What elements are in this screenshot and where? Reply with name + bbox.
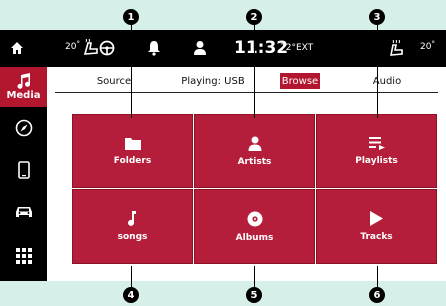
heated-seat-steering-icon <box>83 39 115 56</box>
sidebar-item-phone[interactable] <box>0 155 47 185</box>
status-bar: 20 ° 11:32 72°EXT 20 ° <box>0 30 446 67</box>
callout-leader-6 <box>377 266 378 288</box>
home-icon <box>11 42 23 54</box>
tile-label: Tracks <box>360 232 393 242</box>
callout-2: 2 <box>246 9 262 25</box>
playlist-icon <box>368 137 385 150</box>
songs-tile[interactable]: songs <box>72 189 193 264</box>
callout-leader-5 <box>254 266 255 288</box>
tile-label: Artists <box>237 156 272 167</box>
media-browse-panel: Source Playing: USB Browse Audio Folders… <box>47 67 446 281</box>
music-note-icon <box>17 73 30 89</box>
playlists-tile[interactable]: Playlists <box>316 114 437 188</box>
tab-audio[interactable]: Audio <box>367 73 407 89</box>
tile-label: Folders <box>113 155 152 166</box>
play-icon <box>370 211 383 226</box>
sidebar-item-apps[interactable] <box>0 240 47 272</box>
tile-label: Playlists <box>355 156 398 166</box>
sidebar-item-media[interactable]: Media <box>0 67 47 107</box>
tab-browse[interactable]: Browse <box>280 73 320 89</box>
media-tabs: Source Playing: USB Browse Audio <box>47 67 446 94</box>
person-icon <box>194 41 206 55</box>
folders-tile[interactable]: Folders <box>72 114 193 188</box>
sidebar-item-label: Media <box>6 90 41 101</box>
callout-1: 1 <box>123 9 139 25</box>
callout-leader-1 <box>131 19 132 118</box>
bell-icon <box>148 41 160 56</box>
apps-grid-icon <box>15 248 32 264</box>
sidebar-item-navigation[interactable] <box>0 113 47 143</box>
callout-leader-4 <box>131 266 132 288</box>
album-disc-icon <box>247 211 262 226</box>
home-button[interactable] <box>10 41 24 55</box>
callout-5: 5 <box>246 287 262 303</box>
callout-leader-2 <box>254 19 255 118</box>
right-temp: 20 ° <box>420 40 435 52</box>
callout-6: 6 <box>369 287 385 303</box>
tile-label: Albums <box>235 232 274 243</box>
callout-4: 4 <box>123 287 139 303</box>
phone-icon <box>17 161 30 179</box>
callout-leader-3 <box>377 19 378 118</box>
music-note-icon <box>127 211 136 226</box>
tab-divider <box>55 92 438 93</box>
heated-steering-seat-button[interactable] <box>82 39 116 57</box>
exterior-temp: 72°EXT <box>280 43 314 53</box>
albums-tile[interactable]: Albums <box>194 189 315 264</box>
car-icon <box>15 207 32 217</box>
profile-button[interactable] <box>193 40 207 56</box>
artists-tile[interactable]: Artists <box>194 114 315 188</box>
callout-3: 3 <box>369 9 385 25</box>
infotainment-screen: 20 ° 11:32 72°EXT 20 ° Media Source Play… <box>0 30 446 281</box>
person-icon <box>248 136 261 151</box>
tab-playing-usb[interactable]: Playing: USB <box>175 73 251 89</box>
left-temp: 20 ° <box>65 40 80 52</box>
sidebar: Media <box>0 67 47 281</box>
tracks-tile[interactable]: Tracks <box>316 189 437 264</box>
tile-label: songs <box>117 232 148 242</box>
sidebar-item-vehicle[interactable] <box>0 197 47 227</box>
navigation-icon <box>15 119 32 137</box>
heated-seat-icon <box>390 40 403 56</box>
heated-seat-button[interactable] <box>388 40 404 56</box>
folder-icon <box>124 137 141 150</box>
notifications-button[interactable] <box>147 40 161 56</box>
